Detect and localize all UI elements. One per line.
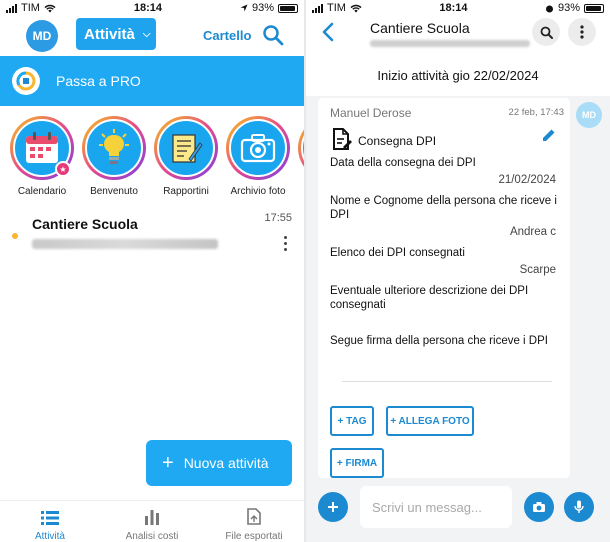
battery-icon bbox=[278, 3, 298, 13]
camera-icon bbox=[240, 134, 276, 163]
avatar[interactable]: MD bbox=[26, 20, 58, 52]
location-icon bbox=[240, 4, 248, 12]
form-document-icon bbox=[333, 128, 352, 150]
status-bar: TIM 18:14 93% bbox=[0, 0, 304, 16]
carrier-label: TIM bbox=[327, 2, 346, 14]
microphone-button[interactable] bbox=[564, 492, 594, 522]
plus-icon: + bbox=[162, 451, 174, 474]
message-composer bbox=[306, 480, 610, 542]
card-divider bbox=[342, 381, 552, 382]
tab-analisi-costi[interactable]: Analisi costi bbox=[102, 507, 202, 542]
activity-start-date: Inizio attività gio 22/02/2024 bbox=[377, 68, 539, 83]
activity-title: Cantiere Scuola bbox=[32, 216, 138, 232]
story-calendario[interactable]: ★ Calendario bbox=[6, 116, 78, 197]
battery-percent: 93% bbox=[557, 2, 580, 14]
activity-row[interactable]: Cantiere Scuola 17:55 bbox=[0, 212, 304, 262]
carrier-label: TIM bbox=[21, 2, 40, 14]
cartello-link[interactable]: Cartello bbox=[203, 28, 251, 43]
chevron-down-icon: ⌵ bbox=[142, 28, 151, 40]
message-input[interactable] bbox=[360, 486, 512, 528]
more-vert-icon[interactable] bbox=[284, 236, 288, 251]
search-icon[interactable] bbox=[262, 24, 284, 46]
new-activity-button[interactable]: + Nuova attività bbox=[146, 440, 292, 486]
more-vert-icon bbox=[580, 25, 584, 39]
star-badge-icon: ★ bbox=[55, 161, 71, 177]
edit-pencil-icon[interactable] bbox=[542, 128, 556, 142]
field-question: Nome e Cognome della persona che riceve … bbox=[330, 195, 557, 221]
report-icon bbox=[172, 134, 203, 163]
date-banner-strip: Inizio attività gio 22/02/2024 bbox=[306, 52, 610, 96]
status-bar: TIM 18:14 93% bbox=[306, 0, 610, 16]
field-question: Eventuale ulteriore descrizione dei DPI … bbox=[330, 285, 529, 311]
file-export-icon bbox=[247, 508, 261, 525]
field-answer: 21/02/2024 bbox=[498, 174, 556, 186]
tab-label: File esportati bbox=[225, 531, 283, 542]
story-more[interactable] bbox=[294, 116, 304, 180]
chat-title: Cantiere Scuola bbox=[370, 20, 470, 36]
unread-dot bbox=[12, 233, 18, 239]
search-button[interactable] bbox=[532, 18, 560, 46]
camera-icon bbox=[533, 502, 545, 512]
lightbulb-icon bbox=[99, 129, 129, 164]
add-tag-button[interactable]: + TAG bbox=[330, 406, 374, 436]
field-question: Elenco dei DPI consegnati bbox=[330, 247, 465, 259]
stories-row: ★ Calendario Benvenuto Rapportini Archiv… bbox=[0, 116, 304, 200]
tab-label: Analisi costi bbox=[125, 531, 179, 542]
calendar-icon bbox=[26, 132, 58, 163]
field-question: Segue firma della persona che riceve i D… bbox=[330, 335, 548, 347]
status-time: 18:14 bbox=[439, 2, 468, 14]
signal-icon bbox=[312, 3, 323, 13]
back-arrow-icon[interactable] bbox=[322, 22, 334, 48]
story-archivio-foto[interactable]: Archivio foto bbox=[222, 116, 294, 197]
chat-screen: TIM 18:14 93% Cantiere Scuola Inizio att… bbox=[306, 0, 610, 542]
form-title: Consegna DPI bbox=[358, 134, 437, 148]
bar-chart-icon bbox=[145, 510, 159, 525]
activities-screen: TIM 18:14 93% MD Attività ⌵ Cartello Pas… bbox=[0, 0, 304, 542]
alarm-icon bbox=[545, 5, 553, 12]
wifi-icon bbox=[44, 4, 56, 12]
form-message-card[interactable]: Manuel Derose 22 feb, 17:43 Consegna DPI… bbox=[318, 98, 570, 478]
tab-label: Attività bbox=[34, 531, 65, 542]
avatar[interactable]: MD bbox=[576, 102, 602, 128]
add-signature-button[interactable]: + FIRMA bbox=[330, 448, 384, 478]
tab-file-esportati[interactable]: File esportati bbox=[204, 507, 304, 542]
plus-icon bbox=[328, 502, 338, 512]
more-vert-button[interactable] bbox=[568, 18, 596, 46]
signal-icon bbox=[6, 3, 17, 13]
field-answer: Andrea c bbox=[509, 226, 556, 238]
message-time: 22 feb, 17:43 bbox=[508, 107, 564, 118]
battery-percent: 93% bbox=[251, 2, 274, 14]
view-dropdown[interactable]: Attività ⌵ bbox=[76, 18, 156, 50]
top-app-bar: MD Attività ⌵ Cartello bbox=[0, 16, 304, 56]
story-label: Archivio foto bbox=[230, 186, 286, 197]
story-rapportini[interactable]: Rapportini bbox=[150, 116, 222, 197]
chat-subtitle-blurred bbox=[370, 40, 530, 47]
pro-banner[interactable]: Passa a PRO bbox=[0, 56, 304, 106]
tab-attivita[interactable]: Attività bbox=[0, 507, 100, 542]
field-answer: Scarpe bbox=[519, 264, 556, 276]
story-label: Calendario bbox=[17, 186, 67, 197]
message-author: Manuel Derose bbox=[330, 106, 412, 120]
battery-icon bbox=[584, 3, 604, 13]
camera-button[interactable] bbox=[524, 492, 554, 522]
microphone-icon bbox=[574, 500, 584, 513]
activity-preview-blurred bbox=[32, 239, 218, 249]
activity-time: 17:55 bbox=[264, 212, 292, 224]
pro-banner-label: Passa a PRO bbox=[56, 73, 141, 89]
add-attachment-button[interactable] bbox=[318, 492, 348, 522]
story-benvenuto[interactable]: Benvenuto bbox=[78, 116, 150, 197]
field-question: Data della consegna dei DPI bbox=[330, 157, 476, 169]
app-logo-icon bbox=[12, 67, 40, 95]
search-icon bbox=[540, 26, 553, 39]
story-label: Benvenuto bbox=[90, 186, 138, 197]
bottom-tab-bar: Attività Analisi costi File esportati bbox=[0, 500, 304, 542]
story-label: Rapportini bbox=[163, 186, 209, 197]
list-icon bbox=[41, 511, 59, 525]
attach-photo-button[interactable]: + ALLEGA FOTO bbox=[386, 406, 474, 436]
status-time: 18:14 bbox=[133, 2, 163, 14]
view-dropdown-label: Attività bbox=[84, 25, 135, 43]
new-activity-label: Nuova attività bbox=[183, 455, 269, 471]
chat-header: Cantiere Scuola bbox=[306, 16, 610, 52]
wifi-icon bbox=[350, 4, 362, 12]
